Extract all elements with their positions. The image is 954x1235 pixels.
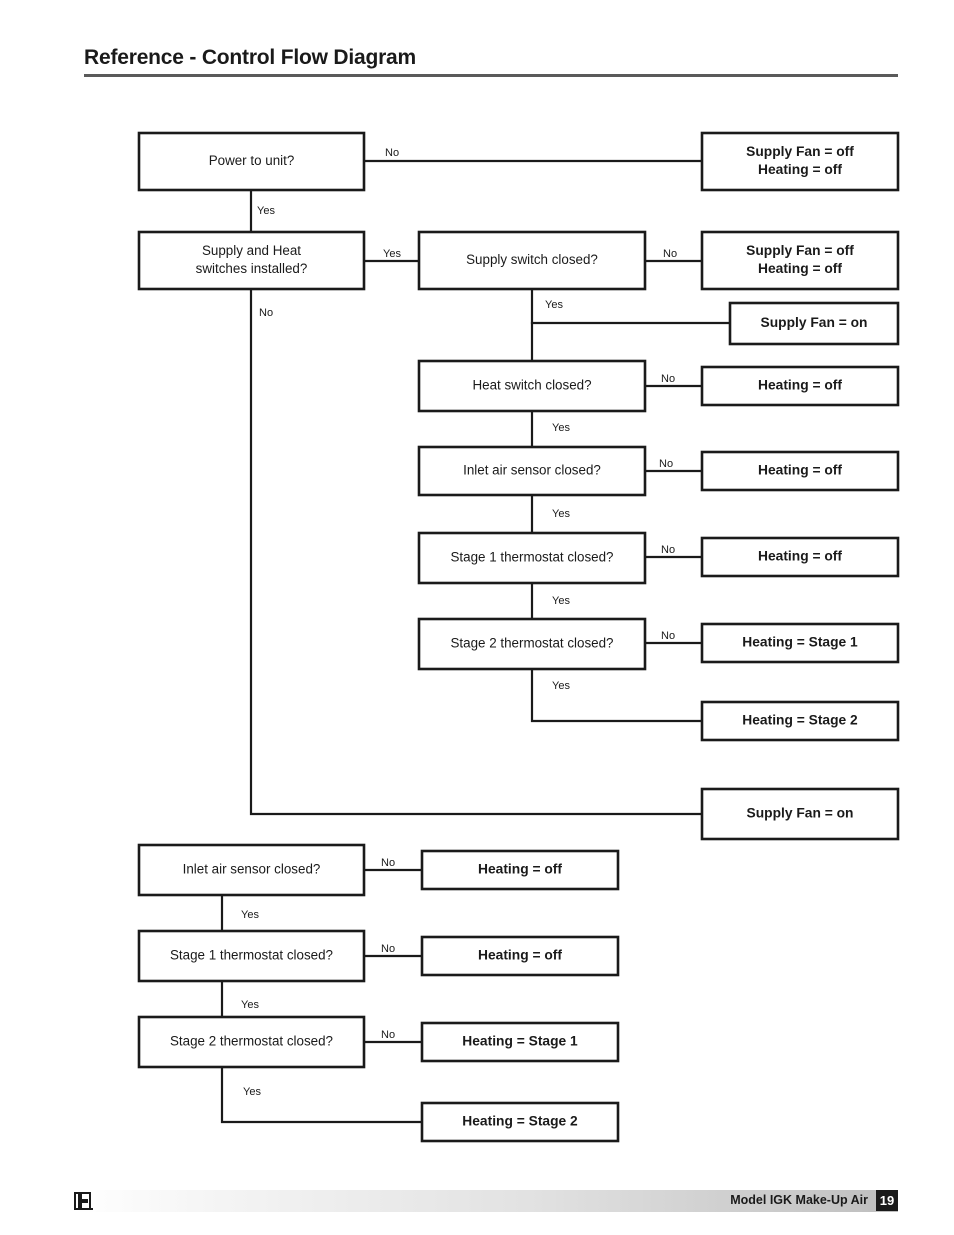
edge-label-no-n9: No [659, 458, 673, 470]
node-supply-fan-off-heating-off: Supply Fan = off Heating = off [700, 131, 900, 192]
node-label: Supply Fan = off [746, 243, 854, 258]
edge-label-yes-n11: Yes [552, 595, 570, 607]
edge-label-yes-n17: Yes [241, 909, 259, 921]
node-label: Heating = off [758, 162, 842, 177]
node-inlet-air-sensor-closed: Inlet air sensor closed? [417, 445, 647, 497]
node-heating-stage-2: Heating = Stage 2 [700, 700, 900, 742]
page-number-badge: 19 [876, 1190, 898, 1211]
node-heating-stage-1: Heating = Stage 1 [700, 622, 900, 664]
node-label: Heating = off [758, 378, 842, 393]
edge-label-no-n1: No [385, 147, 399, 159]
node-label: Heating = off [758, 261, 842, 276]
node-supply-and-heat-switches-installed: Supply and Heat switches installed? [137, 230, 366, 291]
node-label: Supply Fan = on [761, 315, 868, 330]
node-label: Heating = off [478, 948, 562, 963]
page-footer: Model IGK Make-Up Air 19 [74, 1190, 898, 1214]
edge-label-no-n7: No [661, 373, 675, 385]
node-heat-switch-closed: Heat switch closed? [417, 359, 647, 413]
edge-label-no-n19: No [381, 943, 395, 955]
edge-label-no-n3: No [259, 307, 273, 319]
node-supply-fan-on: Supply Fan = on [700, 787, 900, 841]
node-label: Inlet air sensor closed? [183, 862, 321, 877]
node-supply-fan-on: Supply Fan = on [728, 301, 900, 346]
edge-label-yes-n7: Yes [552, 422, 570, 434]
node-stage-2-thermostat-closed: Stage 2 thermostat closed? [417, 617, 647, 671]
edge-label-yes-n4: Yes [545, 299, 563, 311]
edge-label-no-n17: No [381, 857, 395, 869]
node-heating-off: Heating = off [420, 849, 620, 891]
edge-label-no-n13: No [661, 630, 675, 642]
node-label: Heating = off [478, 862, 562, 877]
node-inlet-air-sensor-closed: Inlet air sensor closed? [137, 843, 366, 897]
node-label: Supply Fan = on [747, 806, 854, 821]
node-heating-off: Heating = off [700, 450, 900, 492]
node-label: Heating = Stage 1 [462, 1034, 578, 1049]
node-label: Stage 1 thermostat closed? [170, 948, 333, 963]
control-flow-diagram: Power to unit? Supply Fan = off Heating = … [0, 0, 954, 1180]
node-heating-off: Heating = off [420, 935, 620, 977]
edge-label-yes-n1: Yes [257, 205, 275, 217]
flowchart-nodes: Power to unit? Supply Fan = off Heating = … [137, 131, 900, 1143]
node-stage-1-thermostat-closed: Stage 1 thermostat closed? [137, 929, 366, 983]
edge-label-yes-n3: Yes [383, 248, 401, 260]
edge-label-yes-n13: Yes [552, 680, 570, 692]
edge-label-yes-n21: Yes [243, 1086, 261, 1098]
edge-label-yes-n9: Yes [552, 508, 570, 520]
node-label: Heating = off [758, 463, 842, 478]
manufacturer-logo-icon [74, 1192, 93, 1210]
node-label: Heating = Stage 2 [742, 713, 858, 728]
flowchart-svg: Power to unit? Supply Fan = off Heating = … [137, 131, 900, 1143]
node-heating-off: Heating = off [700, 536, 900, 578]
node-supply-switch-closed: Supply switch closed? [417, 230, 647, 291]
node-supply-fan-off-heating-off: Supply Fan = off Heating = off [700, 230, 900, 291]
node-label: Supply and Heat [202, 243, 301, 258]
connector-n13-to-n15 [530, 667, 704, 723]
node-label: Heating = Stage 2 [462, 1114, 578, 1129]
edge-label-no-n21: No [381, 1029, 395, 1041]
node-label: Heating = off [758, 549, 842, 564]
footer-model-text: Model IGK Make-Up Air [730, 1193, 868, 1207]
node-heating-off: Heating = off [700, 365, 900, 407]
node-heating-stage-2: Heating = Stage 2 [420, 1101, 620, 1143]
node-label: Stage 2 thermostat closed? [450, 636, 613, 651]
node-label: Heat switch closed? [472, 378, 591, 393]
node-label: Power to unit? [209, 153, 295, 168]
node-label: switches installed? [196, 261, 308, 276]
node-stage-2-thermostat-closed: Stage 2 thermostat closed? [137, 1015, 366, 1069]
node-label: Supply switch closed? [466, 252, 598, 267]
node-label: Stage 1 thermostat closed? [450, 550, 613, 565]
node-heating-stage-1: Heating = Stage 1 [420, 1021, 620, 1063]
edge-label-no-n4: No [663, 248, 677, 260]
edge-label-yes-n19: Yes [241, 999, 259, 1011]
node-label: Supply Fan = off [746, 144, 854, 159]
edge-label-no-n11: No [661, 544, 675, 556]
node-label: Heating = Stage 1 [742, 635, 858, 650]
node-stage-1-thermostat-closed: Stage 1 thermostat closed? [417, 531, 647, 585]
node-power-to-unit: Power to unit? [137, 131, 366, 192]
node-label: Inlet air sensor closed? [463, 463, 601, 478]
node-label: Stage 2 thermostat closed? [170, 1034, 333, 1049]
